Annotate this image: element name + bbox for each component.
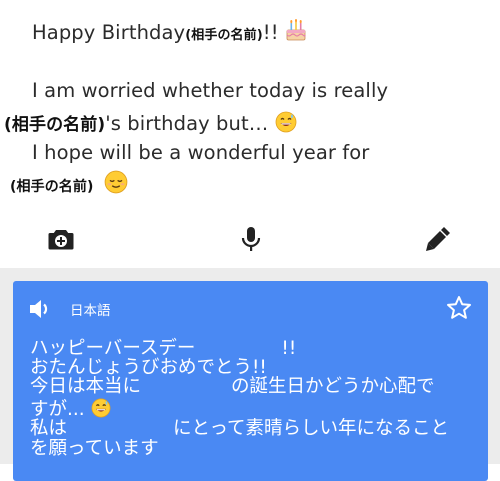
translation-but-text: すが... — [30, 399, 85, 420]
translation-line-2: おたんじょうびおめでとう!! — [30, 357, 267, 378]
source-greeting-text: Happy Birthday — [32, 21, 186, 44]
listen-button[interactable] — [27, 296, 53, 322]
translation-greeting: ハッピーバースデー — [30, 338, 196, 359]
source-exclamation: !! — [262, 21, 279, 44]
input-toolbar — [0, 210, 500, 268]
translation-line-5: 私は にとって素晴らしい年になること — [30, 419, 449, 439]
source-birthday-text: 's birthday but… — [105, 112, 269, 135]
source-line-4: I hope will be a wonderful year for — [32, 141, 370, 164]
translation-i-text: 私は — [30, 418, 68, 439]
translation-birthday-text: の誕生日かどうか心配で — [231, 376, 435, 397]
source-line-1: Happy Birthday(相手の名前)!! — [32, 18, 307, 47]
microphone-button[interactable] — [236, 224, 266, 254]
relieved-emoji — [104, 170, 128, 199]
source-line-3: (相手の名前)'s birthday but… — [4, 110, 297, 138]
recipient-name-placeholder: (相手の名前) — [10, 179, 94, 195]
camera-icon — [48, 230, 74, 250]
translation-wonderful-text: にとって素晴らしい年になること — [173, 418, 450, 439]
handwriting-button[interactable] — [423, 224, 453, 254]
translation-line-1: ハッピーバースデー!! — [30, 339, 296, 359]
source-line-2: I am worried whether today is really — [32, 79, 389, 102]
translation-line-6: を願っています — [30, 438, 159, 459]
recipient-name-placeholder: (相手の名前) — [185, 28, 263, 43]
source-text-area[interactable]: Happy Birthday(相手の名前)!! I am worried whe… — [0, 0, 500, 210]
speaker-icon — [30, 300, 48, 318]
translation-today-text: 今日は本当に — [30, 376, 142, 397]
translation-exclamation: !! — [281, 338, 297, 359]
translation-line-3: 今日は本当に の誕生日かどうか心配で — [30, 377, 435, 397]
cake-emoji — [285, 18, 307, 47]
star-icon — [447, 296, 471, 319]
recipient-name-placeholder: (相手の名前) — [4, 115, 106, 135]
source-line-5: (相手の名前) — [10, 170, 128, 199]
sweat-smile-emoji — [275, 111, 297, 138]
target-language-label: 日本語 — [70, 303, 111, 319]
handwriting-pen-icon — [426, 227, 450, 251]
save-favorite-button[interactable] — [445, 294, 473, 322]
camera-button[interactable] — [46, 224, 76, 254]
microphone-icon — [241, 227, 261, 251]
